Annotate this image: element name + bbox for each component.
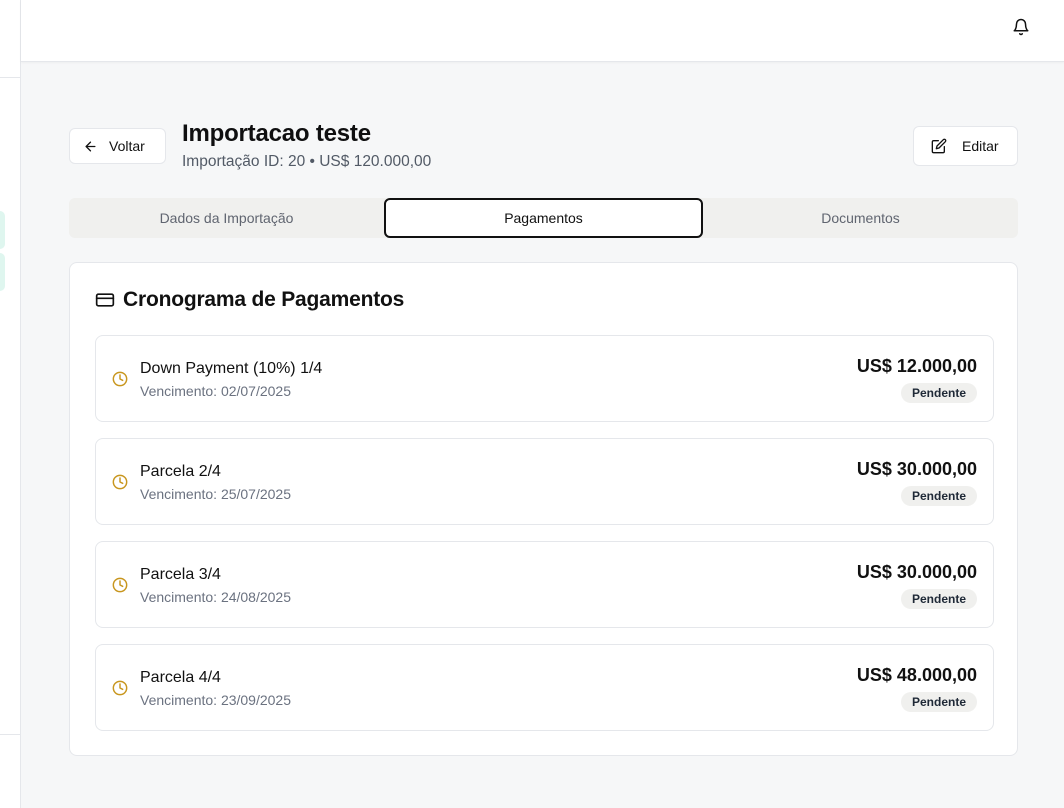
back-button-label: Voltar xyxy=(109,138,145,154)
payment-item[interactable]: Parcela 3/4 Vencimento: 24/08/2025 US$ 3… xyxy=(95,541,994,628)
clock-icon xyxy=(112,577,128,593)
page-title: Importacao teste xyxy=(182,120,371,147)
payment-amount: US$ 48.000,00 xyxy=(856,665,977,685)
payment-name: Parcela 3/4 xyxy=(140,566,221,583)
sidebar-divider xyxy=(0,77,21,78)
edit-button-label: Editar xyxy=(962,138,999,154)
payment-amount: US$ 30.000,00 xyxy=(856,562,977,582)
payment-due-date: Vencimento: 25/07/2025 xyxy=(140,486,292,502)
payment-due-date: Vencimento: 23/09/2025 xyxy=(140,692,292,708)
back-button[interactable]: Voltar xyxy=(69,128,166,164)
card-title: Cronograma de Pagamentos xyxy=(123,288,405,311)
payment-name: Down Payment (10%) 1/4 xyxy=(140,360,323,377)
card-header: Cronograma de Pagamentos xyxy=(95,288,404,312)
sidebar-divider xyxy=(0,734,21,735)
edit-icon xyxy=(931,138,947,154)
payment-item[interactable]: Parcela 4/4 Vencimento: 23/09/2025 US$ 4… xyxy=(95,644,994,731)
status-badge: Pendente xyxy=(900,589,977,609)
credit-card-icon xyxy=(95,293,115,307)
clock-icon xyxy=(112,474,128,490)
clock-icon xyxy=(112,680,128,696)
payment-due-date: Vencimento: 24/08/2025 xyxy=(140,589,292,605)
sidebar-active-item[interactable] xyxy=(0,253,5,291)
payment-amount: US$ 12.000,00 xyxy=(856,356,977,376)
payment-name: Parcela 2/4 xyxy=(140,463,221,480)
payment-item[interactable]: Down Payment (10%) 1/4 Vencimento: 02/07… xyxy=(95,335,994,422)
tab-dados-importacao[interactable]: Dados da Importação xyxy=(69,198,384,238)
payment-name: Parcela 4/4 xyxy=(140,669,221,686)
bell-icon[interactable] xyxy=(1012,18,1030,36)
sidebar-active-item[interactable] xyxy=(0,211,5,249)
status-badge: Pendente xyxy=(900,692,977,712)
edit-button[interactable]: Editar xyxy=(913,126,1018,166)
tab-bar: Dados da Importação Pagamentos Documento… xyxy=(69,198,1018,238)
payment-due-date: Vencimento: 02/07/2025 xyxy=(140,383,292,399)
clock-icon xyxy=(112,371,128,387)
topbar xyxy=(21,0,1064,62)
payment-item[interactable]: Parcela 2/4 Vencimento: 25/07/2025 US$ 3… xyxy=(95,438,994,525)
page-subtitle: Importação ID: 20 • US$ 120.000,00 xyxy=(182,153,432,170)
tab-pagamentos[interactable]: Pagamentos xyxy=(384,198,703,238)
sidebar-collapsed xyxy=(0,0,21,808)
arrow-left-icon xyxy=(85,141,96,151)
tab-documentos[interactable]: Documentos xyxy=(703,198,1018,238)
status-badge: Pendente xyxy=(900,383,977,403)
status-badge: Pendente xyxy=(900,486,977,506)
payment-schedule-card: Cronograma de Pagamentos Down Payment (1… xyxy=(69,262,1018,756)
payment-amount: US$ 30.000,00 xyxy=(856,459,977,479)
